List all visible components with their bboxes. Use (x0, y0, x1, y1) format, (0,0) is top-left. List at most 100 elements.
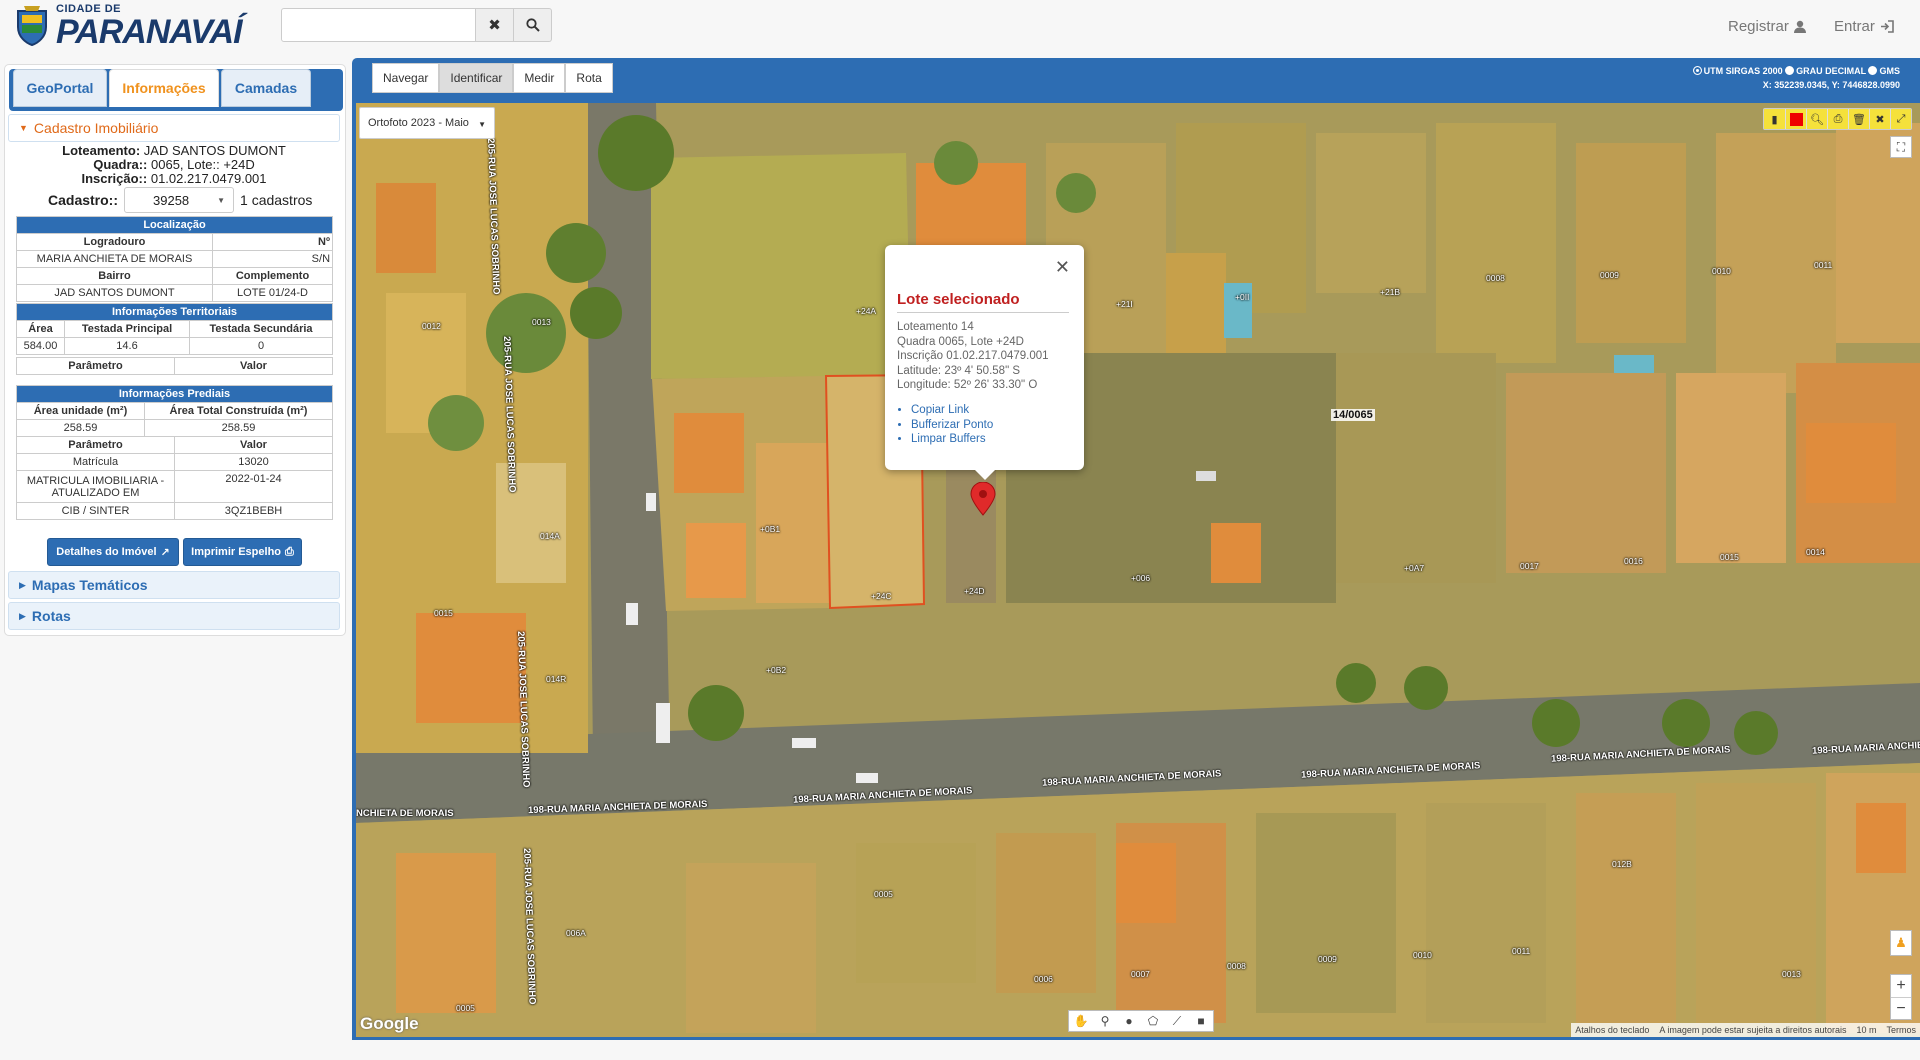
login-label: Entrar (1834, 18, 1875, 35)
imprimir-espelho-button[interactable]: Imprimir Espelho ⎙ (183, 538, 302, 566)
zoom-in-button[interactable]: + (1891, 975, 1911, 997)
lot-label: +24D (964, 586, 985, 596)
detalhes-imovel-button[interactable]: Detalhes do Imóvel ↗ (47, 538, 179, 566)
popup-line: Quadra 0065, Lote +24D (897, 335, 1024, 348)
search-icon (525, 18, 540, 32)
utm-label: UTM SIRGAS 2000 (1703, 66, 1783, 76)
search-button[interactable] (514, 8, 552, 42)
map-pin-icon[interactable] (970, 482, 996, 516)
mode-medir-button[interactable]: Medir (513, 63, 566, 93)
trash-icon[interactable]: 🗑︎ (1848, 109, 1869, 129)
print-icon[interactable]: ⎙ (1827, 109, 1848, 129)
clear-buffers-link[interactable]: Limpar Buffers (911, 432, 993, 447)
quadra-label: 14/0065 (1331, 409, 1375, 421)
bairro-value: JAD SANTOS DUMONT (16, 284, 213, 302)
rectangle-icon[interactable]: ■ (1189, 1011, 1213, 1031)
sign-in-icon (1880, 20, 1894, 33)
lot-label: +21B (1380, 287, 1401, 297)
numero-value: S/N (211, 250, 334, 268)
header-area-total: Área Total Construída (m²) (144, 402, 333, 420)
register-link[interactable]: Registrar (1728, 18, 1806, 35)
grau-decimal-label: GRAU DECIMAL (1796, 66, 1866, 76)
polygon-icon[interactable]: ⬠ (1141, 1011, 1165, 1031)
circle-icon[interactable]: ● (1117, 1011, 1141, 1031)
mode-rota-button[interactable]: Rota (565, 63, 613, 93)
lot-label: 006A (566, 928, 586, 938)
territoriais-title: Informações Territoriais (16, 303, 333, 321)
coordinate-panel: UTM SIRGAS 2000 GRAU DECIMAL GMS X: 3522… (1692, 64, 1900, 92)
search-input[interactable] (281, 8, 476, 42)
header-parametro: Parâmetro (16, 436, 175, 454)
fullscreen-icon[interactable]: ⛶ (1890, 136, 1912, 158)
close-icon[interactable]: ✖ (1869, 109, 1890, 129)
loteamento-value: JAD SANTOS DUMONT (143, 143, 286, 158)
popup-divider (897, 312, 1069, 313)
header-valor: Valor (174, 357, 333, 375)
lot-label: 0005 (456, 1003, 475, 1013)
prediais-table: Informações Prediais Área unidade (m²) Ár… (16, 385, 333, 437)
color-swatch-icon[interactable] (1785, 109, 1806, 129)
cadastro-row: Cadastro:: 39258 ▼ 1 cadastros (48, 187, 312, 213)
tab-geoportal[interactable]: GeoPortal (13, 69, 107, 107)
header-testada-principal: Testada Principal (64, 320, 190, 338)
utm-radio[interactable] (1692, 66, 1702, 75)
mode-identificar-button[interactable]: Identificar (439, 63, 514, 93)
header-valor: Valor (174, 436, 333, 454)
complemento-value: LOTE 01/24-D (211, 284, 334, 302)
login-link[interactable]: Entrar (1834, 18, 1894, 35)
lot-label: 0006 (1034, 974, 1053, 984)
basemap-select[interactable]: Ortofoto 2023 - Maio ▼ (359, 107, 495, 139)
copy-link[interactable]: Copiar Link (911, 403, 993, 418)
tab-informacoes[interactable]: Informações (109, 69, 219, 107)
header-complemento: Complemento (211, 267, 334, 285)
lot-label: 0011 (1814, 260, 1833, 270)
prediais-title: Informações Prediais (16, 385, 333, 403)
map-attribution: Atalhos do teclado A imagem pode estar s… (1571, 1023, 1920, 1037)
loteamento-label: Loteamento: (62, 143, 141, 158)
grau-decimal-radio[interactable] (1785, 66, 1795, 75)
mode-navegar-button[interactable]: Navegar (372, 63, 440, 93)
header-area-unidade: Área unidade (m²) (16, 402, 145, 420)
terms-link[interactable]: Termos (1886, 1025, 1916, 1035)
map-canvas[interactable]: 205-RUA JOSE LUCAS SOBRINHO 205-RUA JOSE… (356, 103, 1920, 1037)
marker-icon[interactable]: ⚲ (1093, 1011, 1117, 1031)
keyboard-shortcuts-link[interactable]: Atalhos do teclado (1575, 1025, 1649, 1035)
lot-label: +006 (1131, 573, 1151, 583)
expand-icon[interactable]: ⤢ (1890, 109, 1911, 129)
polyline-icon[interactable]: ⟋ (1165, 1011, 1189, 1031)
quadra-label: Quadra:: (93, 157, 148, 172)
popup-close-icon[interactable]: ✕ (1055, 257, 1070, 278)
cadastro-select[interactable]: 39258 ▼ (124, 187, 235, 213)
gms-radio[interactable] (1868, 66, 1878, 75)
section-rotas[interactable]: ▶ Rotas (8, 602, 340, 630)
valor-cell: 13020 (174, 453, 333, 471)
user-icon (1793, 20, 1806, 33)
section-mapas-tematicos[interactable]: ▶ Mapas Temáticos (8, 571, 340, 599)
lot-label: +0II (1235, 292, 1250, 302)
chart-icon[interactable]: ▮ (1764, 109, 1785, 129)
gms-label: GMS (1879, 66, 1900, 76)
lot-label: 012B (1612, 859, 1632, 869)
tab-camadas[interactable]: Camadas (221, 69, 311, 107)
city-logo[interactable]: CIDADE DE PARANAVAÍ (14, 3, 243, 49)
hand-icon[interactable]: ✋ (1069, 1011, 1093, 1031)
header-logradouro: Logradouro (16, 233, 213, 251)
lot-label: 0014 (1806, 547, 1825, 557)
popup-line: Latitude: 23º 4' 50.58" S (897, 364, 1021, 377)
scale-bar[interactable]: 10 m (1856, 1025, 1876, 1035)
localizacao-title: Localização (15, 216, 334, 234)
cadastro-label: Cadastro:: (48, 192, 119, 208)
caret-right-icon: ▶ (19, 610, 26, 621)
lot-popup: ✕ Lote selecionado Loteamento 14 Quadra … (885, 245, 1084, 480)
detalhes-label: Detalhes do Imóvel (56, 546, 157, 558)
clear-search-button[interactable]: ✖ (476, 8, 514, 42)
lot-label: 0013 (532, 317, 551, 327)
zoom-out-button[interactable]: − (1891, 997, 1911, 1019)
lot-label: 0016 (1624, 556, 1643, 566)
street-view-pegman-icon[interactable]: ♟ (1890, 930, 1912, 956)
territoriais-param-table: Parâmetro Valor (16, 357, 333, 375)
section-cadastro-imobiliario[interactable]: ▼ Cadastro Imobiliário (8, 114, 340, 142)
search-icon[interactable]: 🔍︎ (1806, 109, 1827, 129)
bufferize-point-link[interactable]: Bufferizar Ponto (911, 418, 993, 433)
lot-label: 0008 (1227, 961, 1246, 971)
